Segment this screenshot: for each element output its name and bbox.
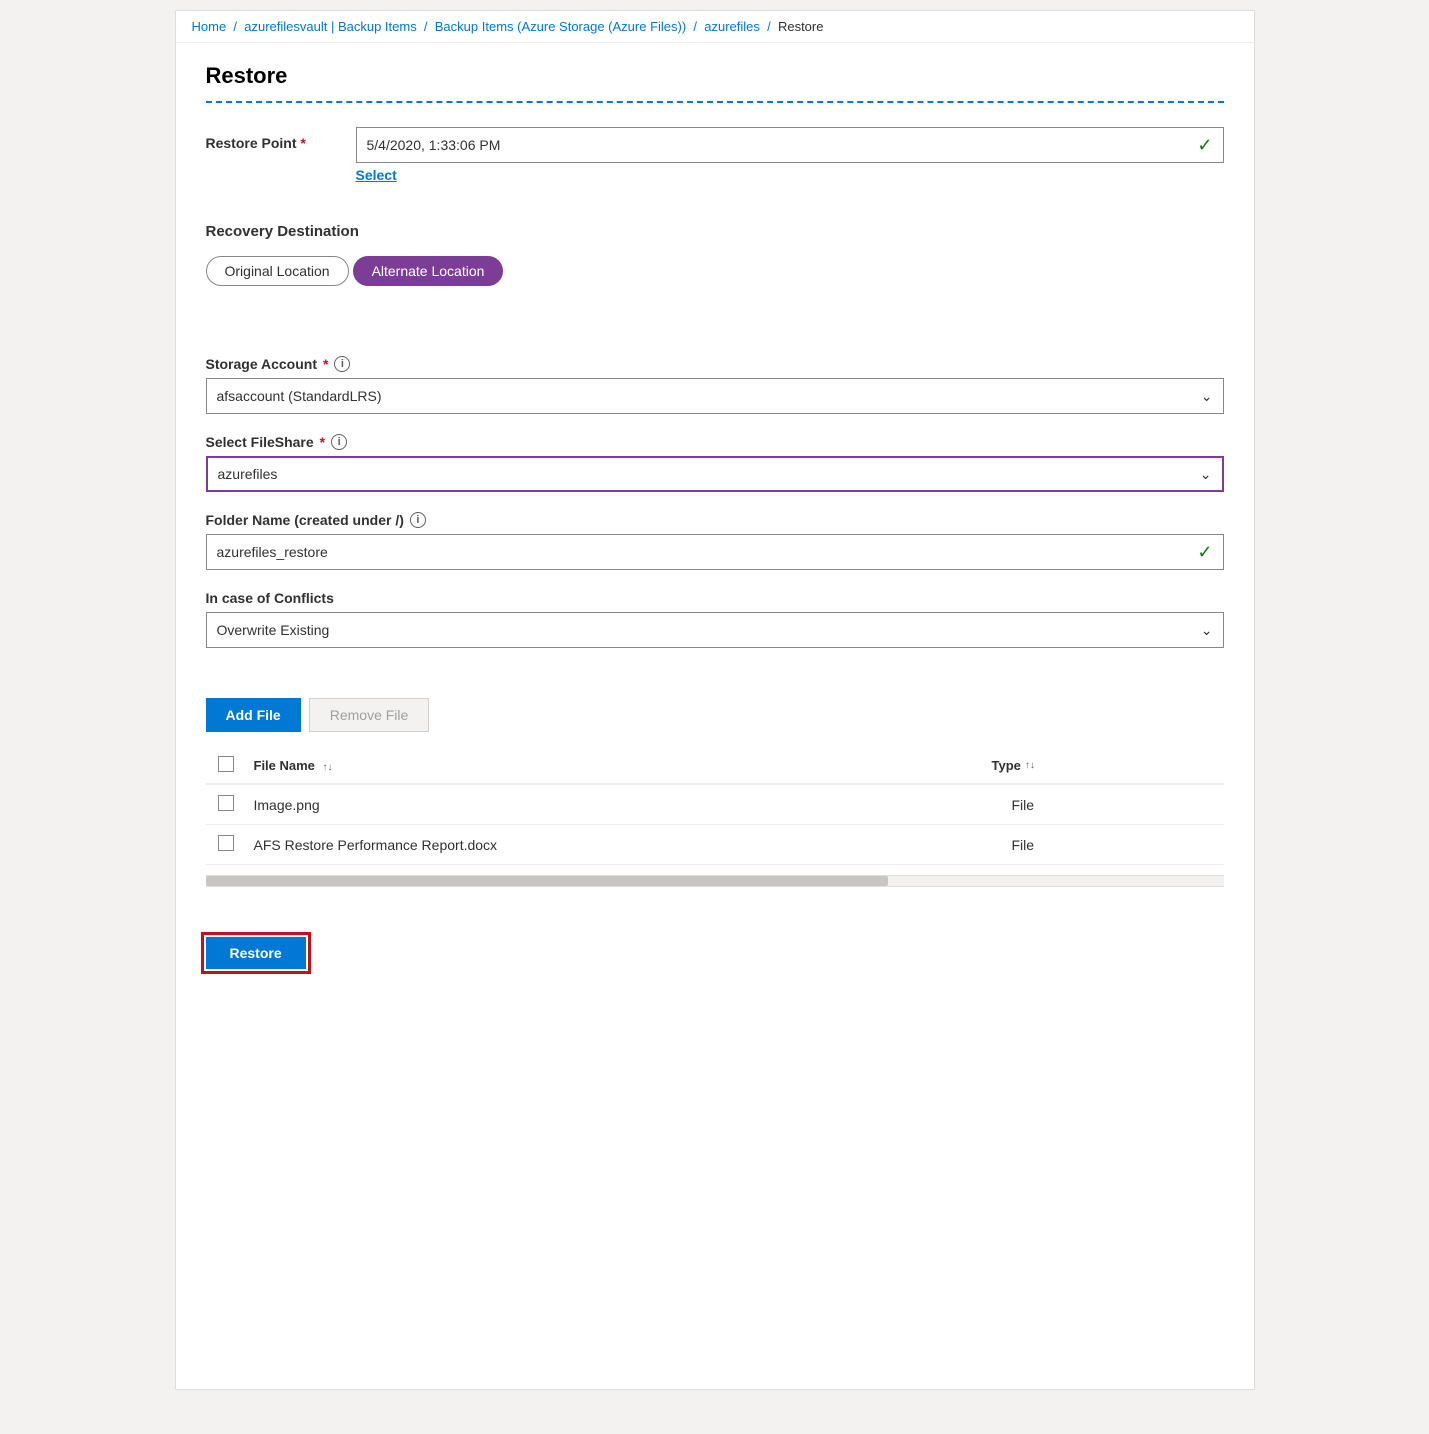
file-name-header: File Name ↑↓	[254, 758, 992, 773]
recovery-destination-toggle-group: Original Location Alternate Location	[206, 256, 1224, 286]
page-container: Home / azurefilesvault | Backup Items / …	[175, 10, 1255, 1390]
table-row: AFS Restore Performance Report.docx File	[206, 825, 1224, 865]
recovery-destination-title: Recovery Destination	[206, 223, 1224, 240]
table-header-row: File Name ↑↓ Type ↑↓	[206, 748, 1224, 785]
folder-name-value: azurefiles_restore	[217, 544, 328, 560]
row2-checkbox[interactable]	[218, 835, 234, 851]
check-icon: ✓	[1197, 135, 1212, 156]
file-table: File Name ↑↓ Type ↑↓ Image.png File	[206, 748, 1224, 865]
conflicts-dropdown[interactable]: Overwrite Existing ⌄	[206, 612, 1224, 648]
storage-account-dropdown[interactable]: afsaccount (StandardLRS) ⌄	[206, 378, 1224, 414]
breadcrumb: Home / azurefilesvault | Backup Items / …	[176, 11, 1254, 43]
fileshare-value: azurefiles	[218, 466, 278, 482]
row1-filename: Image.png	[254, 797, 1012, 813]
fileshare-required: *	[320, 434, 325, 450]
folder-name-input[interactable]: azurefiles_restore ✓	[206, 534, 1224, 570]
row2-filename: AFS Restore Performance Report.docx	[254, 837, 1012, 853]
folder-check-icon: ✓	[1197, 542, 1212, 563]
folder-name-label: Folder Name (created under /) i	[206, 512, 1224, 528]
fileshare-info-icon[interactable]: i	[331, 434, 347, 450]
scrollbar-thumb[interactable]	[206, 876, 888, 886]
storage-account-label: Storage Account * i	[206, 356, 1224, 372]
fileshare-label: Select FileShare * i	[206, 434, 1224, 450]
restore-point-value: 5/4/2020, 1:33:06 PM	[367, 137, 501, 153]
fileshare-section: Select FileShare * i azurefiles ⌄	[206, 434, 1224, 492]
conflicts-chevron-icon: ⌄	[1201, 622, 1213, 639]
fileshare-chevron-icon: ⌄	[1200, 466, 1212, 483]
breadcrumb-current: Restore	[778, 19, 824, 34]
conflicts-label: In case of Conflicts	[206, 590, 1224, 606]
fileshare-dropdown[interactable]: azurefiles ⌄	[206, 456, 1224, 492]
storage-info-icon[interactable]: i	[334, 356, 350, 372]
alternate-location-btn[interactable]: Alternate Location	[353, 256, 504, 286]
original-location-btn[interactable]: Original Location	[206, 256, 349, 286]
recovery-destination-section: Recovery Destination Original Location A…	[206, 223, 1224, 286]
page-title: Restore	[206, 63, 1224, 89]
restore-button[interactable]: Restore	[206, 937, 306, 969]
storage-account-section: Storage Account * i afsaccount (Standard…	[206, 356, 1224, 414]
row1-type: File	[1012, 797, 1212, 813]
section-divider	[206, 101, 1224, 103]
storage-chevron-icon: ⌄	[1201, 388, 1213, 405]
type-sort-icon[interactable]: ↑↓	[1025, 761, 1035, 771]
content-area: Restore Restore Point * 5/4/2020, 1:33:0…	[176, 43, 1254, 917]
restore-point-label: Restore Point *	[206, 127, 336, 151]
file-action-buttons: Add File Remove File	[206, 698, 1224, 732]
type-header: Type ↑↓	[992, 758, 1212, 773]
filename-sort-icon[interactable]: ↑↓	[323, 763, 333, 773]
folder-name-section: Folder Name (created under /) i azurefil…	[206, 512, 1224, 570]
restore-footer: Restore	[176, 917, 1254, 989]
required-indicator: *	[300, 135, 305, 151]
restore-point-input: 5/4/2020, 1:33:06 PM ✓	[356, 127, 1224, 163]
conflicts-value: Overwrite Existing	[217, 622, 330, 638]
restore-point-value-col: 5/4/2020, 1:33:06 PM ✓ Select	[356, 127, 1224, 183]
storage-account-value: afsaccount (StandardLRS)	[217, 388, 382, 404]
select-link[interactable]: Select	[356, 167, 397, 183]
folder-info-icon[interactable]: i	[410, 512, 426, 528]
storage-required: *	[323, 356, 328, 372]
restore-point-section: Restore Point * 5/4/2020, 1:33:06 PM ✓ S…	[206, 127, 1224, 183]
row2-type: File	[1012, 837, 1212, 853]
row1-checkbox[interactable]	[218, 795, 234, 811]
select-all-checkbox[interactable]	[218, 756, 234, 772]
conflicts-section: In case of Conflicts Overwrite Existing …	[206, 590, 1224, 648]
add-file-button[interactable]: Add File	[206, 698, 301, 732]
breadcrumb-backup-items[interactable]: Backup Items (Azure Storage (Azure Files…	[435, 19, 686, 34]
remove-file-button: Remove File	[309, 698, 430, 732]
horizontal-scrollbar[interactable]	[206, 875, 1224, 887]
breadcrumb-home[interactable]: Home	[192, 19, 227, 34]
breadcrumb-vault[interactable]: azurefilesvault | Backup Items	[244, 19, 416, 34]
table-row: Image.png File	[206, 785, 1224, 825]
breadcrumb-azurefiles[interactable]: azurefiles	[704, 19, 760, 34]
